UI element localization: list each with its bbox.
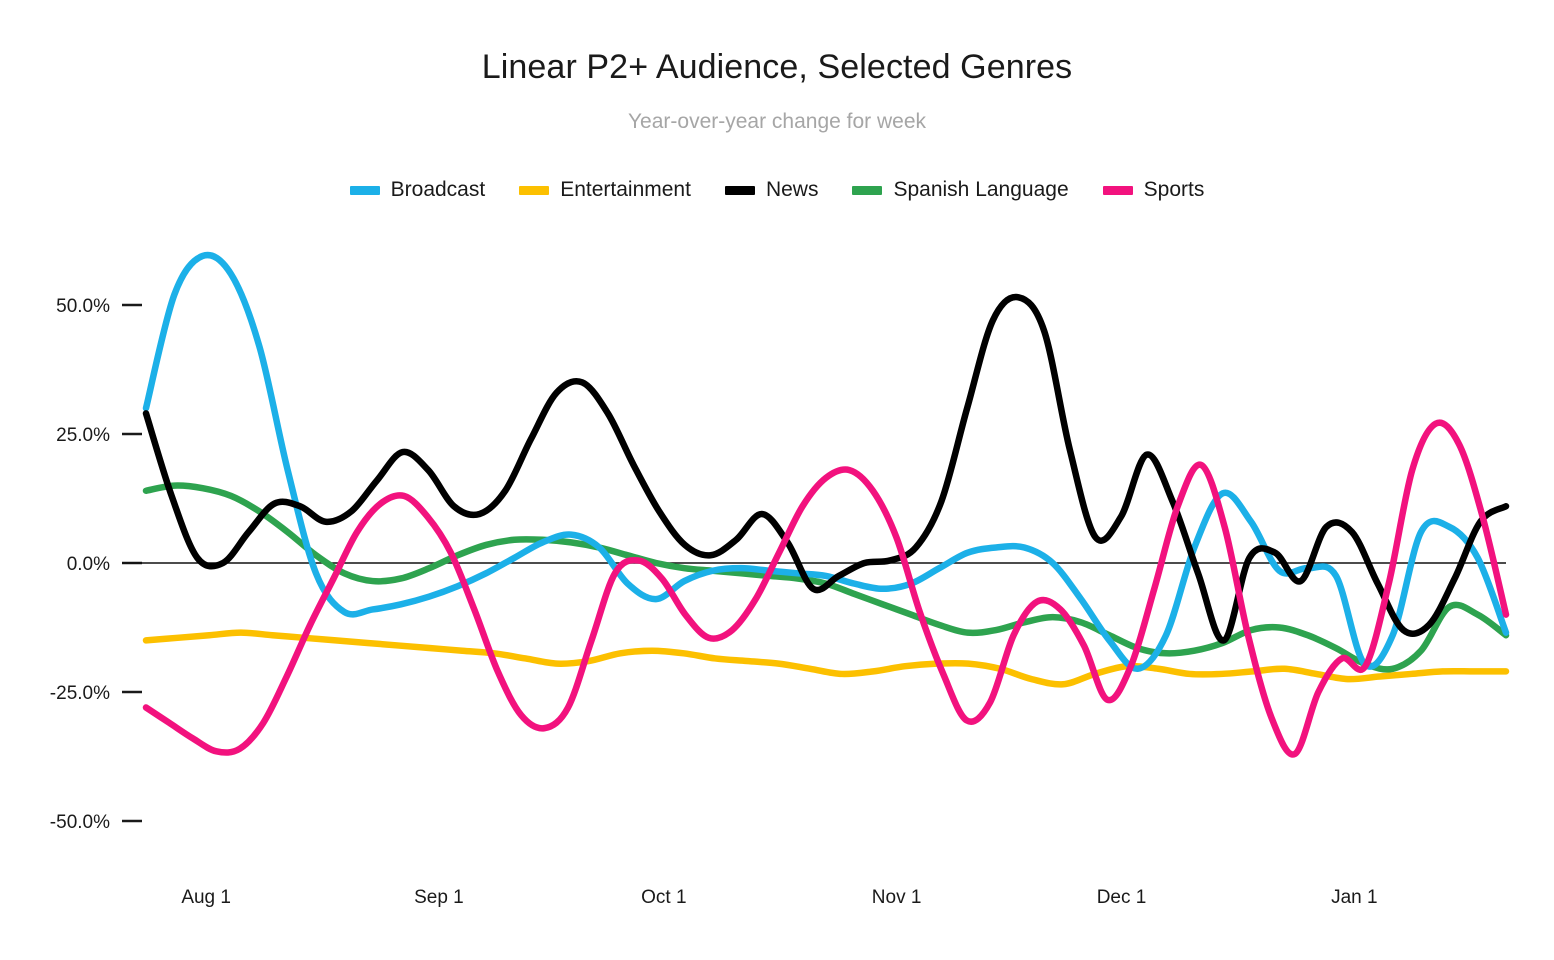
series-line-broadcast xyxy=(142,251,1510,673)
y-axis-tick: 25.0% xyxy=(56,425,142,446)
plot-area: 50.0% 25.0% 0.0% -25.0% -50.0% Aug 1 Sep 1 Oct … xyxy=(50,251,1510,908)
series-line-entertainment xyxy=(142,629,1510,688)
y-axis-tick: 0.0% xyxy=(67,554,142,575)
x-axis-tick-label: Dec 1 xyxy=(1097,887,1147,908)
x-axis-tick-label: Sep 1 xyxy=(414,887,464,908)
y-axis-tick: -25.0% xyxy=(50,683,142,704)
y-axis-tick-label: -50.0% xyxy=(50,812,110,833)
y-axis-tick-label: 50.0% xyxy=(56,296,110,317)
series-line-news xyxy=(142,293,1510,644)
chart-container: Linear P2+ Audience, Selected Genres Yea… xyxy=(0,0,1554,960)
x-axis-tick-label: Nov 1 xyxy=(872,887,922,908)
x-axis-tick-label: Aug 1 xyxy=(181,887,231,908)
x-axis-tick-label: Oct 1 xyxy=(641,887,686,908)
y-axis-tick-label: 25.0% xyxy=(56,425,110,446)
y-axis-tick: 50.0% xyxy=(56,296,142,317)
x-axis-tick-label: Jan 1 xyxy=(1331,887,1377,908)
y-axis-tick: -50.0% xyxy=(50,812,142,833)
y-axis-tick-label: 0.0% xyxy=(67,554,110,575)
y-axis-tick-label: -25.0% xyxy=(50,683,110,704)
